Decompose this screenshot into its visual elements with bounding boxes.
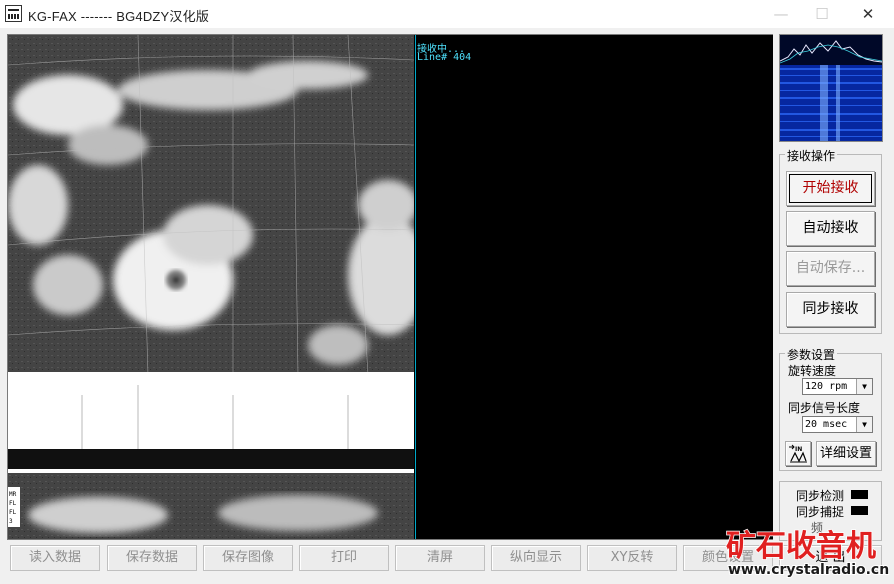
speed-label: 旋转速度 xyxy=(788,364,837,378)
sync-length-label: 同步信号长度 xyxy=(788,401,861,415)
sync-receive-button[interactable]: 同步接收 xyxy=(786,292,875,327)
app-icon[interactable] xyxy=(5,5,22,22)
watermark: 矿石收音机 www.crystalradio.cn xyxy=(724,516,894,580)
auto-save-button[interactable]: 自动保存... xyxy=(786,251,875,286)
maximize-button[interactable]: ☐ xyxy=(807,4,837,24)
save-image-button[interactable]: 保存图像 xyxy=(203,545,293,571)
status-panel: 接收中... Line# 404 xyxy=(415,35,773,539)
tune-icon-text: IN xyxy=(795,446,802,453)
minimize-button[interactable]: — xyxy=(766,4,796,24)
auto-receive-button[interactable]: 自动接收 xyxy=(786,211,875,246)
watermark-logo: 矿石收音机 www.crystalradio.cn xyxy=(725,528,890,579)
window-title: KG-FAX ------- BG4DZY汉化版 xyxy=(28,9,210,24)
sync-band xyxy=(8,372,414,452)
fax-image: MR FL FL 3 xyxy=(8,35,414,539)
tune-icon-button[interactable]: IN xyxy=(785,441,811,466)
close-button[interactable]: ✕ xyxy=(853,4,883,24)
xy-flip-button[interactable]: XY反转 xyxy=(587,545,677,571)
print-button[interactable]: 打印 xyxy=(299,545,389,571)
tune-icon: IN xyxy=(789,444,807,463)
receive-group-title: 接收操作 xyxy=(785,147,838,164)
title-bar: KG-FAX ------- BG4DZY汉化版 — ☐ ✕ xyxy=(0,0,894,28)
speed-select[interactable]: 120 rpm ▼ xyxy=(802,378,873,395)
watermark-url: www.crystalradio.cn xyxy=(728,562,889,578)
params-group-title: 参数设置 xyxy=(785,346,838,363)
watermark-title: 矿石收音机 xyxy=(726,529,876,564)
margin-text-3: FL xyxy=(9,509,17,516)
display-frame: MR FL FL 3 接收中... Line# 404 xyxy=(7,34,773,540)
load-data-button[interactable]: 读入数据 xyxy=(10,545,100,571)
sync-capture-indicator xyxy=(851,506,868,515)
save-data-button[interactable]: 保存数据 xyxy=(107,545,197,571)
waterfall-graphic xyxy=(780,35,882,141)
start-receive-button[interactable]: 开始接收 xyxy=(786,171,875,206)
sync-detect-indicator xyxy=(851,490,868,499)
sync-length-value: 20 msec xyxy=(805,419,848,430)
chevron-down-icon[interactable]: ▼ xyxy=(856,417,872,432)
weather-fax-picture: MR FL FL 3 xyxy=(8,35,414,539)
margin-text-4: 3 xyxy=(9,518,13,525)
status-line-number: Line# 404 xyxy=(417,52,472,63)
clear-screen-button[interactable]: 清屏 xyxy=(395,545,485,571)
sync-detect-label: 同步检测 xyxy=(796,489,845,503)
spectrum-display xyxy=(779,34,883,142)
speed-value: 120 rpm xyxy=(805,381,848,392)
margin-text-1: MR xyxy=(9,491,17,498)
sync-length-select[interactable]: 20 msec ▼ xyxy=(802,416,873,433)
margin-text-2: FL xyxy=(9,500,17,507)
detail-settings-button[interactable]: 详细设置 xyxy=(816,441,876,466)
vertical-display-button[interactable]: 纵向显示 xyxy=(491,545,581,571)
chevron-down-icon[interactable]: ▼ xyxy=(856,379,872,394)
